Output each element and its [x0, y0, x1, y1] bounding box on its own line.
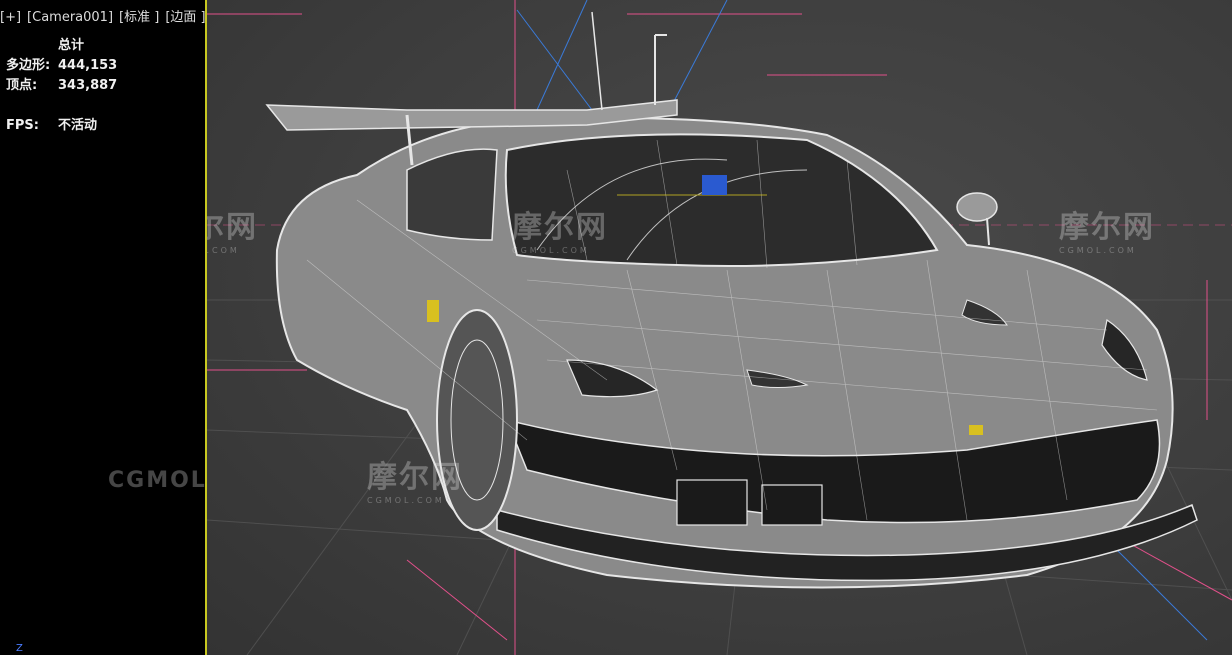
axis-z-label: Z [16, 643, 23, 654]
3dsmax-viewport-window: [+] [Camera001] [标准 ] [边面 ] 总计 多边形: 444,153… [0, 0, 1232, 655]
viewport-shading-menu[interactable]: [标准 ] [119, 10, 159, 25]
prancing-horse-badge-front [969, 425, 983, 435]
viewport-label-menu: [+] [Camera001] [标准 ] [边面 ] [0, 6, 212, 25]
vertices-value: 343,887 [58, 78, 118, 93]
stats-fps-row: FPS: 不活动 [6, 116, 117, 136]
car-wireframe [265, 11, 1198, 589]
vertices-label: 顶点: [6, 78, 38, 93]
viewport-camera-menu[interactable]: [Camera001] [27, 10, 113, 25]
watermark-short: CGMOL [108, 468, 207, 493]
viewport-edged-faces-menu[interactable]: [边面 ] [165, 10, 205, 25]
wireframe-scene [207, 0, 1232, 655]
polygons-label: 多边形: [6, 58, 51, 73]
stats-vertices-row: 顶点: 343,887 [6, 76, 117, 96]
prancing-horse-badge-side [427, 300, 439, 322]
fps-label: FPS: [6, 118, 39, 133]
stats-heading: 总计 [58, 38, 85, 53]
left-panel: [+] [Camera001] [标准 ] [边面 ] 总计 多边形: 444,153… [0, 0, 207, 655]
polygons-value: 444,153 [58, 58, 118, 73]
fps-value: 不活动 [58, 118, 98, 133]
viewport-plus-menu[interactable]: [+] [0, 10, 21, 25]
scene-statistics: 总计 多边形: 444,153 顶点: 343,887 FPS: 不活动 [6, 36, 117, 136]
camera-viewport[interactable]: 摩尔网 CGMOL.COM 摩尔网 CGMOL.COM 摩尔网 CGMOL.CO… [207, 0, 1232, 655]
stats-polygons-row: 多边形: 444,153 [6, 56, 117, 76]
